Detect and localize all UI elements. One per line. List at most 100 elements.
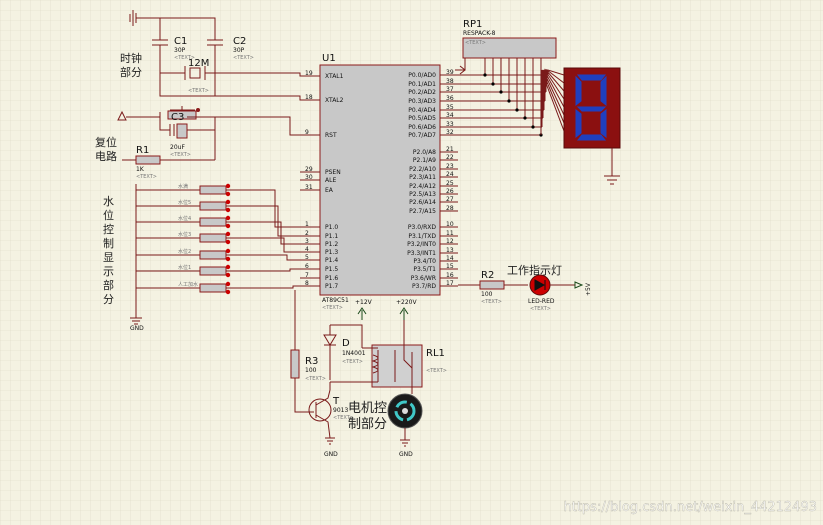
crystal-text: <TEXT> <box>188 88 209 94</box>
c2-ref: C2 <box>233 36 246 47</box>
u1-chip[interactable]: U1 AT89C51 <TEXT> 19 XTAL118 XTAL29 RST29 PS… <box>300 53 458 311</box>
c2-value: 30P <box>233 47 245 54</box>
u1-pin-number: 31 <box>305 184 313 191</box>
u1-pin-name: P2.6/A14 <box>409 199 436 206</box>
u1-pin-number: 34 <box>446 112 454 119</box>
c2-text: <TEXT> <box>233 55 254 61</box>
u1-pin-name: P2.5/A13 <box>409 191 436 198</box>
u1-pin-number: 11 <box>446 230 454 237</box>
u1-pin-name: P3.2/INT0 <box>407 241 436 248</box>
schematic-canvas: C1 30P <TEXT> C2 30P <TEXT> 12M <TEXT> 时… <box>0 0 823 525</box>
u1-pin-number: 36 <box>446 95 454 102</box>
u1-pin-name: P0.7/AD7 <box>408 132 436 139</box>
reset-label-2: 电路 <box>95 150 117 163</box>
motor-label-2: 制部分 <box>348 417 387 432</box>
c1-ref: C1 <box>174 36 187 47</box>
r3-text: <TEXT> <box>305 376 326 382</box>
rl1-text: <TEXT> <box>426 368 447 374</box>
water-label-char: 部 <box>103 278 114 292</box>
switch-body[interactable] <box>199 266 227 276</box>
switch-contact <box>225 191 231 197</box>
switch-contact <box>225 272 231 278</box>
water-label-char: 分 <box>103 293 114 306</box>
clock-label-1: 时钟 <box>120 51 142 65</box>
relay-rl1[interactable] <box>371 344 423 388</box>
u1-pin-number: 19 <box>305 70 313 77</box>
u1-pin-number: 16 <box>446 272 454 279</box>
switch-label: 水位1 <box>178 264 191 271</box>
work-light-label: 工作指示灯 <box>507 263 562 277</box>
junction-dot <box>531 125 535 129</box>
u1-pin-number: 39 <box>446 69 454 76</box>
u1-pin-number: 8 <box>305 280 309 287</box>
u1-pin-number: 33 <box>446 121 454 128</box>
u1-pin-name: P0.1/AD1 <box>408 81 436 88</box>
switch-body[interactable] <box>199 283 227 293</box>
u1-pin-number: 1 <box>305 221 309 228</box>
u1-pin-name: P1.5 <box>325 266 338 273</box>
switch-contact <box>225 289 231 295</box>
gnd-label-sw: GND <box>130 325 144 332</box>
switch-label: 水位4 <box>178 215 191 222</box>
u1-pin-name: P3.1/TXD <box>408 233 436 240</box>
u1-pin-name: P0.6/AD6 <box>408 124 436 131</box>
switch-body[interactable] <box>199 250 227 260</box>
u1-pin-name: P0.5/AD5 <box>408 115 436 122</box>
u1-pin-name: P3.3/INT1 <box>407 250 436 257</box>
c1-value: 30P <box>174 47 186 54</box>
u1-pin-number: 15 <box>446 263 454 270</box>
switch-contact <box>225 281 231 287</box>
u1-pin-name: P3.4/T0 <box>413 258 436 265</box>
u1-pin-number: 21 <box>446 146 454 153</box>
u1-pin-number: 27 <box>446 196 454 203</box>
u1-pin-number: 13 <box>446 247 454 254</box>
u1-pin-number: 17 <box>446 280 454 287</box>
switch-label: 水位5 <box>178 199 191 206</box>
switch-label: 人工加水 <box>178 281 198 288</box>
switch-label: 水位3 <box>178 231 191 238</box>
junction-dot <box>523 116 527 120</box>
switch-body[interactable] <box>199 185 227 195</box>
led-text: <TEXT> <box>530 306 551 312</box>
r2-resistor[interactable] <box>479 280 505 290</box>
u1-pin-name: P0.4/AD4 <box>408 107 436 114</box>
u1-pin-number: 7 <box>305 272 309 279</box>
u1-pin-name: EA <box>325 187 334 194</box>
gnd-label-t: GND <box>324 451 338 458</box>
u1-pin-number: 23 <box>446 163 454 170</box>
rp1-ref: RP1 <box>463 19 482 30</box>
u1-pin-number: 28 <box>446 205 454 212</box>
switch-contact <box>225 199 231 205</box>
switch-contact <box>225 231 231 237</box>
u1-pin-number: 24 <box>446 171 454 178</box>
u1-pin-number: 5 <box>305 254 309 261</box>
switch-contact <box>225 223 231 229</box>
u1-pin-name: P1.7 <box>325 283 338 290</box>
u1-pin-number: 9 <box>305 129 309 136</box>
switch-body[interactable] <box>199 201 227 211</box>
u1-pin-number: 35 <box>446 104 454 111</box>
switch-contact <box>225 256 231 262</box>
u1-pin-number: 2 <box>305 230 309 237</box>
r3-resistor[interactable] <box>290 349 300 379</box>
switch-label: 水位2 <box>178 248 191 255</box>
r1-ref: R1 <box>136 145 149 156</box>
u1-pin-name: P0.3/AD3 <box>408 98 436 105</box>
u1-pin-name: P2.2/A10 <box>409 166 436 173</box>
switch-body[interactable] <box>199 217 227 227</box>
switch-body[interactable] <box>199 233 227 243</box>
water-label-char: 控 <box>103 222 114 236</box>
c3-text: <TEXT> <box>170 152 191 158</box>
u1-pin-number: 30 <box>305 174 313 181</box>
u1-pin-name: P1.4 <box>325 257 338 264</box>
r3-value: 100 <box>305 367 317 374</box>
c3-ref: C3 <box>171 112 184 123</box>
water-label-char: 制 <box>103 237 114 250</box>
u1-pin-number: 22 <box>446 154 454 161</box>
switch-contact <box>225 248 231 254</box>
led-part: LED-RED <box>528 298 555 305</box>
reset-label-1: 复位 <box>95 135 117 149</box>
u1-pin-number: 37 <box>446 86 454 93</box>
u1-pin-name: XTAL2 <box>325 97 344 104</box>
v220-label: +220V <box>396 299 417 306</box>
